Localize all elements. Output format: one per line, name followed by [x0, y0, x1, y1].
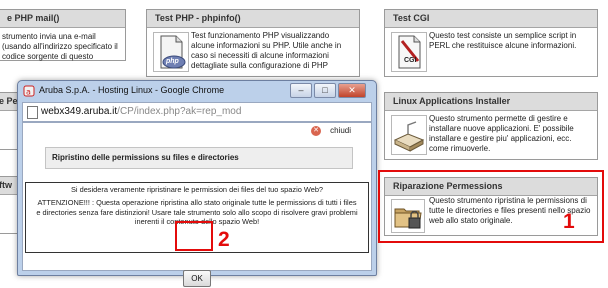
confirmation-question: Si desidera veramente ripristinare le pe…	[70, 185, 324, 194]
highlight-box-ok	[175, 221, 213, 251]
book-icon	[393, 121, 425, 152]
page-icon	[27, 106, 38, 119]
panel-php-mail: e PHP mail() strumento invia una e-mail …	[0, 9, 126, 61]
cgi-file-icon[interactable]: CGI	[391, 32, 427, 72]
panel-title: e PHP mail()	[0, 10, 125, 28]
panel-title: Test PHP - phpinfo()	[147, 10, 359, 28]
panel-linux-installer: Linux Applications Installer Questo stru…	[384, 92, 598, 160]
chiudi-label: chiudi	[330, 126, 351, 136]
close-x-icon: ✕	[311, 126, 322, 136]
php-file-icon[interactable]: php	[153, 32, 189, 72]
panel-description: Questo test consiste un semplice script …	[429, 31, 577, 50]
aruba-logo-icon: a	[23, 85, 35, 97]
url-path: /CP/index.php?ak=rep_mod	[117, 106, 242, 117]
page-heading: Ripristino delle permissions su files e …	[45, 147, 353, 169]
address-bar[interactable]: webx349.aruba.it/CP/index.php?ak=rep_mod	[22, 102, 372, 122]
php-icon-label: php	[166, 58, 179, 65]
annotation-step-2: 2	[218, 228, 230, 251]
panel-description: Questo strumento permette di gestire e i…	[429, 114, 574, 153]
book-icon[interactable]	[391, 115, 427, 155]
panel-title: Linux Applications Installer	[385, 93, 597, 111]
panel-description: strumento invia una e-mail (usando all'i…	[2, 32, 118, 61]
annotation-step-1: 1	[563, 210, 575, 233]
maximize-button[interactable]: □	[314, 83, 336, 98]
url-host: webx349.aruba.it	[41, 106, 118, 117]
url-text[interactable]: webx349.aruba.it/CP/index.php?ak=rep_mod	[41, 103, 241, 121]
window-titlebar[interactable]: a Aruba S.p.A. - Hosting Linux - Google …	[18, 81, 376, 101]
panel-test-cgi: Test CGI CGI Questo test consiste un sem…	[384, 9, 598, 77]
window-title: Aruba S.p.A. - Hosting Linux - Google Ch…	[39, 85, 225, 95]
panel-test-php: Test PHP - phpinfo() php Test funzioname…	[146, 9, 360, 77]
chiudi-link[interactable]: ✕ chiudi	[311, 126, 351, 136]
ok-button[interactable]: OK	[183, 270, 211, 287]
minimize-button[interactable]: –	[290, 83, 312, 98]
panel-description: Test funzionamento PHP visualizzando alc…	[191, 31, 342, 70]
cgi-file-icon	[398, 35, 421, 69]
cgi-icon-label: CGI	[404, 57, 417, 64]
close-window-button[interactable]: ✕	[338, 83, 366, 98]
svg-text:a: a	[26, 88, 31, 97]
panel-title: Test CGI	[385, 10, 597, 28]
php-file-icon	[160, 35, 186, 69]
